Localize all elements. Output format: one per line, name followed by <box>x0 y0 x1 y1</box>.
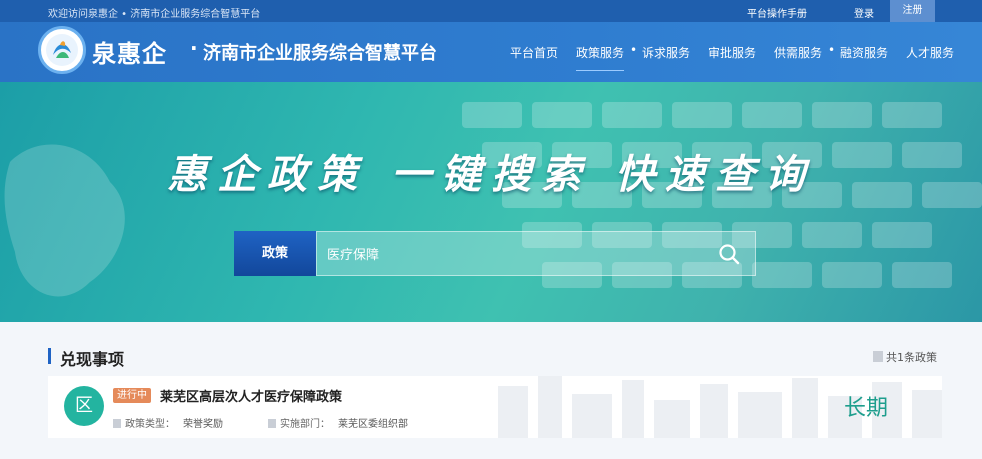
search-input[interactable] <box>316 231 756 276</box>
policy-department-label: 实施部门： <box>280 419 330 430</box>
nav-home[interactable]: 平台首页 <box>510 44 558 61</box>
hero-slogan: 惠企政策 一键搜索 快速查询 <box>167 151 815 198</box>
policy-card[interactable]: 区 进行中 莱芜区高层次人才医疗保障政策 政策类型： 荣誉奖励 实施部门： 莱芜区委… <box>48 376 942 438</box>
department-icon <box>268 419 276 428</box>
nav-appeal[interactable]: 诉求服务 <box>642 44 690 61</box>
policy-type-label: 政策类型： <box>125 419 175 430</box>
main-header: 泉惠企 · 济南市企业服务综合智慧平台 平台首页 政策服务 • 诉求服务 审批服… <box>0 22 982 82</box>
nav-finance[interactable]: 融资服务 <box>840 44 888 61</box>
logo-icon[interactable] <box>38 26 86 74</box>
section-accent-bar <box>48 348 51 364</box>
policy-department: 实施部门： 莱芜区委组织部 <box>268 415 408 430</box>
policy-count-text: 共1条政策 <box>886 351 937 364</box>
policy-title[interactable]: 莱芜区高层次人才医疗保障政策 <box>160 386 342 405</box>
nav-talent[interactable]: 人才服务 <box>906 44 954 61</box>
nav-approval[interactable]: 审批服务 <box>708 44 756 61</box>
welcome-text: 欢迎访问泉惠企 • 济南市企业服务综合智慧平台 <box>48 9 261 20</box>
policy-count: 共1条政策 <box>873 349 937 365</box>
brand-name: 泉惠企 <box>92 40 167 68</box>
policy-term: 长期 <box>844 396 889 421</box>
hero-banner: 惠企政策 一键搜索 快速查询 政策 <box>0 82 982 322</box>
policy-type-value: 荣誉奖励 <box>183 419 223 430</box>
status-badge: 进行中 <box>113 388 151 403</box>
section-title: 兑现事项 <box>60 350 125 369</box>
district-avatar: 区 <box>64 386 104 426</box>
nav-supply[interactable]: 供需服务 <box>774 44 822 61</box>
platform-name: 济南市企业服务综合智慧平台 <box>203 43 437 64</box>
keyboard-background <box>462 102 982 288</box>
redeem-section: 兑现事项 共1条政策 区 进行中 莱芜区高层次人才医疗保障政策 政策类型： 荣誉奖… <box>0 322 982 459</box>
document-icon <box>873 351 883 362</box>
policy-search-bar: 政策 <box>234 231 756 276</box>
search-category-button[interactable]: 政策 <box>234 231 316 276</box>
login-link[interactable]: 登录 <box>854 5 874 20</box>
policy-department-value: 莱芜区委组织部 <box>338 419 408 430</box>
policy-type: 政策类型： 荣誉奖励 <box>113 415 223 430</box>
brand-separator: · <box>190 36 198 60</box>
tag-icon <box>113 419 121 428</box>
register-button[interactable]: 注册 <box>890 0 935 22</box>
manual-link[interactable]: 平台操作手册 <box>747 5 807 20</box>
nav-separator: • <box>828 43 836 57</box>
nav-separator: • <box>630 43 638 57</box>
nav-policy[interactable]: 政策服务 <box>576 44 625 71</box>
search-icon[interactable] <box>718 243 740 265</box>
top-strip: 欢迎访问泉惠企 • 济南市企业服务综合智慧平台 平台操作手册 登录 注册 <box>0 0 982 22</box>
